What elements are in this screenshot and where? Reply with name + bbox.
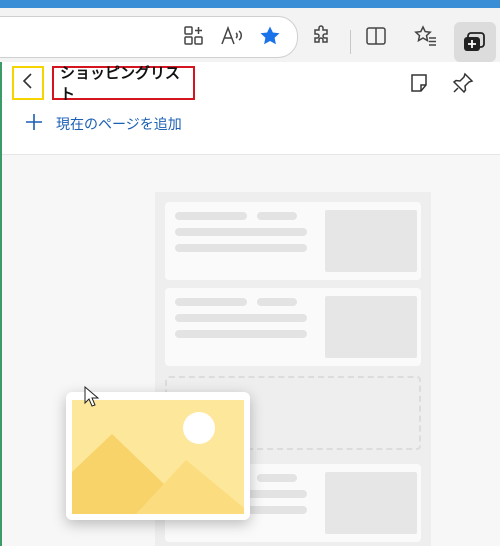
window-top-strip [0, 0, 500, 8]
back-button[interactable] [12, 66, 44, 100]
plus-icon [24, 112, 44, 136]
chevron-left-icon [21, 72, 35, 94]
extensions-icon[interactable] [308, 22, 336, 50]
panel-header: ショッピングリスト 現在のページを追加 [0, 62, 500, 155]
favorite-star-icon[interactable] [256, 22, 284, 50]
skeleton-card [165, 288, 421, 366]
collection-title[interactable]: ショッピングリスト [52, 64, 195, 103]
add-current-page-button[interactable]: 現在のページを追加 [24, 112, 182, 136]
mouse-cursor-icon [84, 385, 100, 412]
add-current-page-label: 現在のページを追加 [56, 117, 182, 133]
collections-icon[interactable] [461, 28, 489, 56]
pin-icon[interactable] [450, 70, 476, 96]
note-icon[interactable] [406, 70, 432, 96]
read-aloud-icon[interactable] [218, 22, 246, 50]
split-screen-icon[interactable] [362, 22, 390, 50]
browser-toolbar [0, 8, 500, 63]
add-tab-to-collection-icon[interactable] [180, 22, 208, 50]
skeleton-card [165, 202, 421, 280]
favorites-icon[interactable] [412, 22, 440, 50]
toolbar-separator [350, 30, 351, 54]
page-left-edge [0, 62, 2, 546]
address-bar[interactable] [0, 16, 298, 58]
